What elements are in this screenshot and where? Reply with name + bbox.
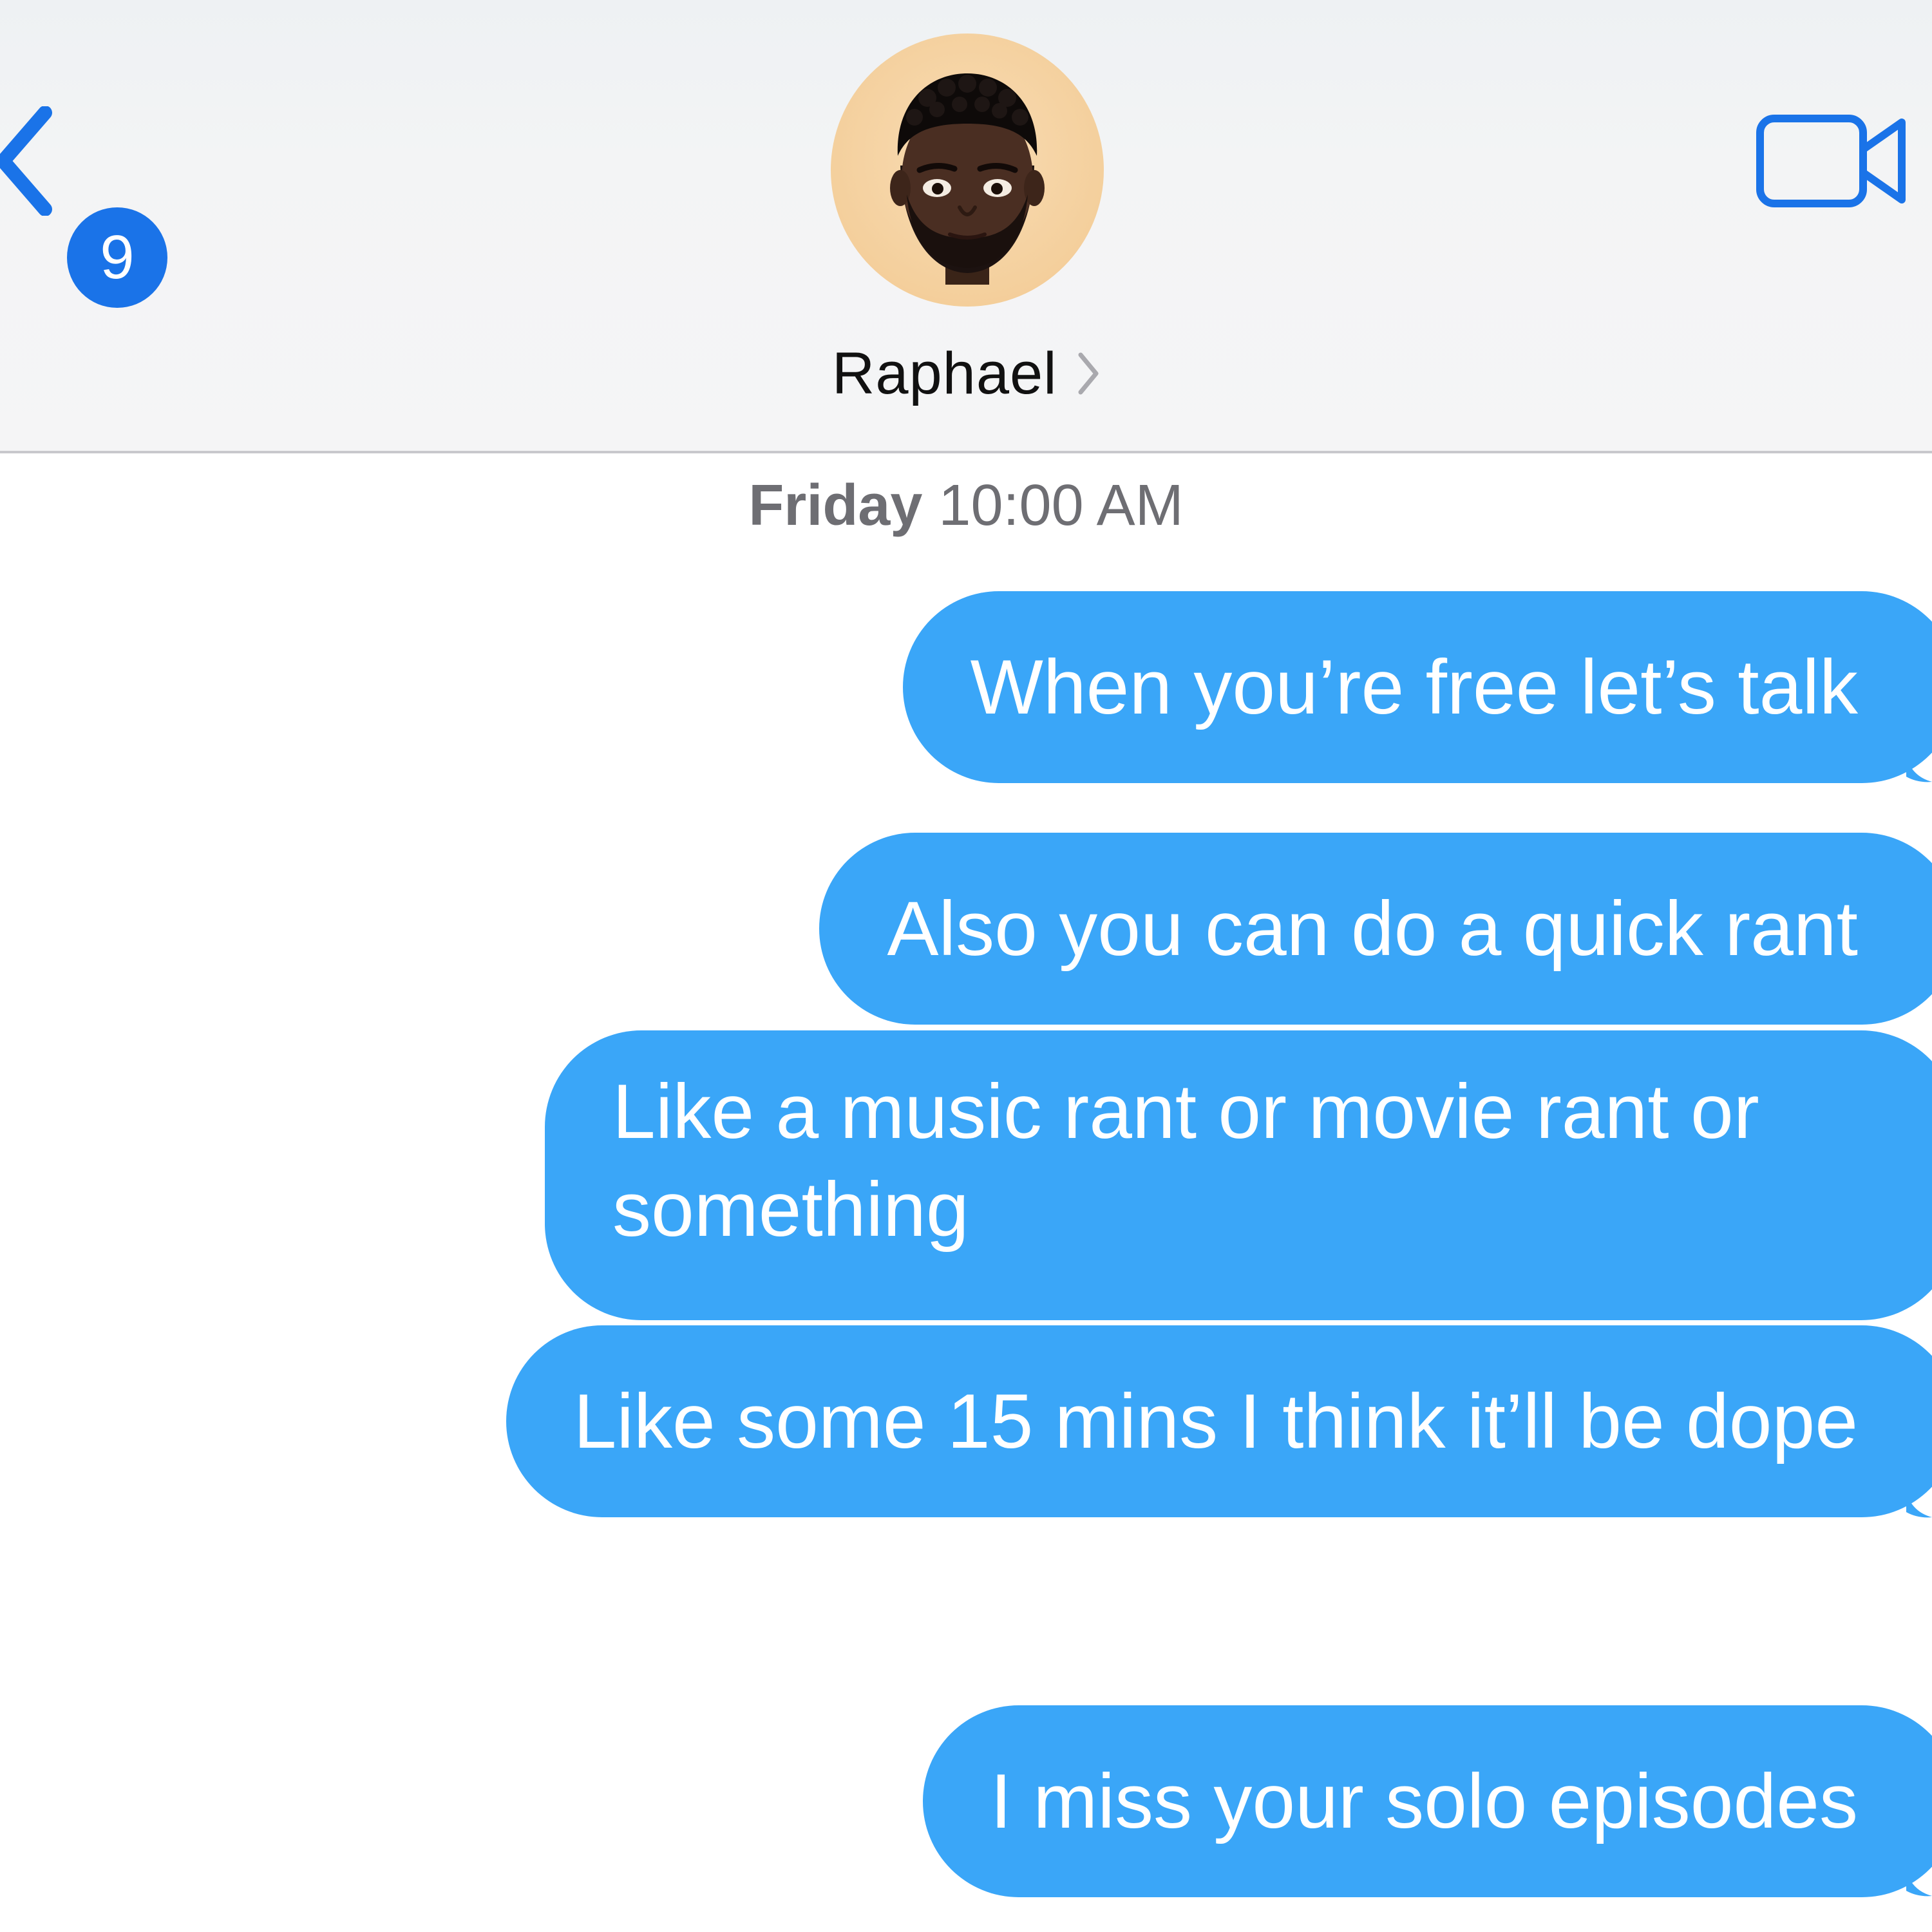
bubble-tail [1906, 1871, 1932, 1897]
chevron-left-icon [0, 106, 52, 216]
bubble-tail [1906, 1493, 1932, 1518]
back-button[interactable]: 9 [0, 97, 174, 308]
timestamp-day: Friday [748, 473, 923, 538]
unread-count-badge: 9 [67, 207, 167, 308]
message-bubble[interactable]: Like a music rant or movie rant or somet… [545, 1030, 1932, 1320]
message-bubble[interactable]: I miss your solo episodes [922, 1705, 1932, 1897]
contact-name: Raphael [831, 341, 1057, 406]
message-bubble[interactable]: When you’re free let’s talk [902, 591, 1932, 783]
avatar[interactable] [831, 33, 1104, 307]
message-text: Like some 15 mins I think it’ll be dope [573, 1378, 1858, 1464]
message-text: Also you can do a quick rant [887, 886, 1858, 972]
chevron-right-icon [1078, 352, 1099, 395]
timestamp-time: 10:00 AM [938, 473, 1184, 538]
message-bubble[interactable]: Also you can do a quick rant [819, 833, 1932, 1025]
conversation-header: 9 Raphael [0, 0, 1932, 453]
message-text: I miss your solo episodes [990, 1758, 1858, 1844]
video-camera-icon[interactable] [1755, 109, 1909, 213]
message-text: When you’re free let’s talk [970, 644, 1858, 730]
message-text: Like a music rant or movie rant or somet… [612, 1068, 1759, 1253]
messages-screen: 9 Raphael Friday 10:00 AM When you’re fr… [0, 0, 1932, 1932]
contact-info-button[interactable]: Raphael [0, 335, 1932, 412]
memoji-avatar-icon [890, 73, 1045, 285]
bubble-tail [1906, 757, 1932, 782]
message-bubble[interactable]: Like some 15 mins I think it’ll be dope [506, 1325, 1932, 1517]
message-timestamp: Friday 10:00 AM [0, 470, 1932, 541]
